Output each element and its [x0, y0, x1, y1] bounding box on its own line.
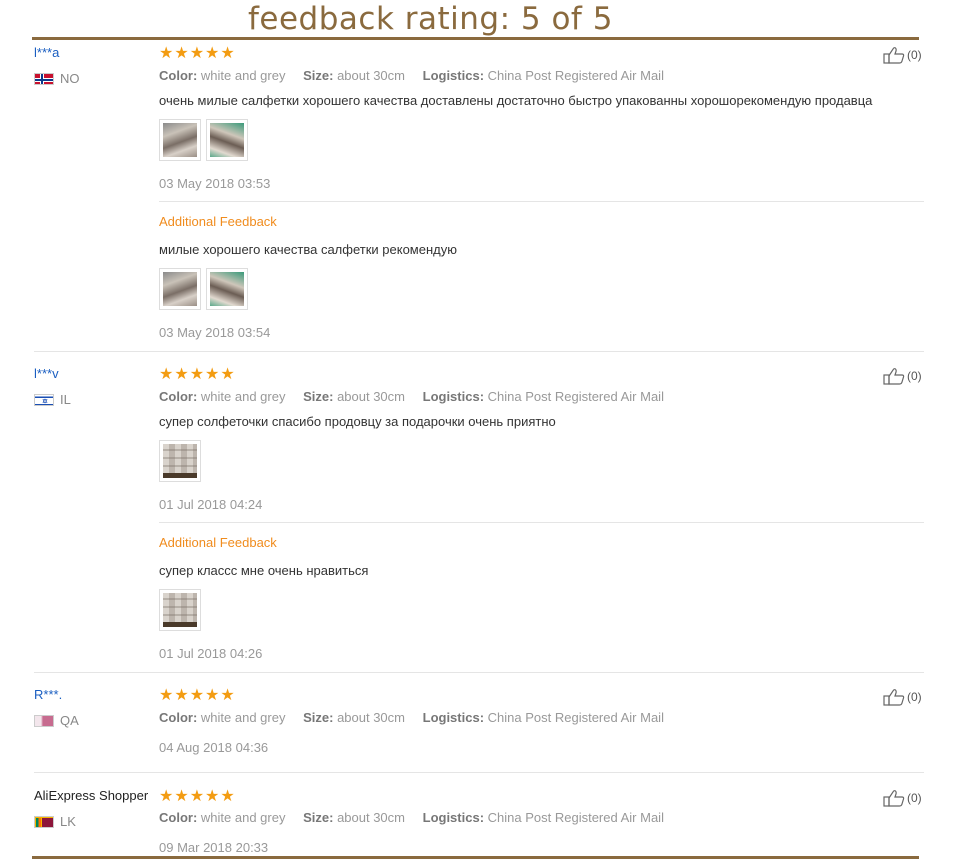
sri-lanka-flag-icon: [34, 815, 54, 828]
star-icon: ★: [189, 786, 205, 805]
order-attributes: Color: white and grey Size: about 30cm L…: [159, 710, 664, 725]
star-icon: ★: [205, 685, 220, 704]
star-icon: ★: [189, 364, 205, 383]
star-icon: ★: [174, 364, 189, 383]
reviewer-country: LK: [34, 814, 76, 829]
size-value: about 30cm: [337, 68, 405, 83]
reviewer-name[interactable]: R***.: [34, 687, 62, 702]
star-icon: ★: [205, 364, 220, 383]
logistics-value: China Post Registered Air Mail: [487, 810, 664, 825]
review-date: 09 Mar 2018 20:33: [159, 840, 269, 855]
star-icon: ★: [174, 786, 189, 805]
star-icon: ★: [220, 786, 235, 805]
review-photo-thumbnail[interactable]: [159, 119, 201, 161]
feedback-rating-title: feedback rating: 5 of 5: [248, 1, 613, 37]
review-text: супер солфеточки спасибо продовцу за под…: [159, 414, 556, 429]
review-photo-thumbnail[interactable]: [159, 589, 201, 631]
country-code: LK: [60, 814, 76, 829]
logistics-value: China Post Registered Air Mail: [487, 68, 664, 83]
feedback-banner: feedback rating: 5 of 5: [0, 0, 960, 42]
star-icon: ★: [220, 364, 235, 383]
additional-feedback-date: 03 May 2018 03:54: [159, 325, 271, 340]
divider: [159, 201, 924, 202]
star-icon: ★: [159, 786, 174, 805]
star-icon: ★: [189, 685, 205, 704]
size-value: about 30cm: [337, 710, 405, 725]
review-date: 03 May 2018 03:53: [159, 176, 271, 191]
thumbs-up-icon: [883, 689, 905, 706]
reviewer-name[interactable]: l***a: [34, 45, 59, 60]
reviewer-country: IL: [34, 392, 71, 407]
helpful-button[interactable]: (0): [883, 46, 922, 64]
star-rating: ★ ★ ★ ★ ★: [159, 45, 235, 61]
star-icon: ★: [205, 43, 220, 62]
helpful-count: (0): [907, 48, 922, 62]
helpful-count: (0): [907, 690, 922, 704]
banner-divider: [32, 37, 919, 40]
thumbs-up-icon: [883, 368, 905, 385]
order-attributes: Color: white and grey Size: about 30cm L…: [159, 389, 664, 404]
size-value: about 30cm: [337, 389, 405, 404]
divider: [159, 522, 924, 523]
norway-flag-icon: [34, 72, 54, 85]
order-attributes: Color: white and grey Size: about 30cm L…: [159, 68, 664, 83]
review-photo-thumbnail[interactable]: [206, 268, 248, 310]
israel-flag-icon: [34, 393, 54, 406]
reviewer-country: QA: [34, 713, 79, 728]
additional-feedback-text: милые хорошего качества салфетки рекомен…: [159, 242, 457, 257]
country-code: QA: [60, 713, 79, 728]
star-icon: ★: [205, 786, 220, 805]
additional-feedback-label: Additional Feedback: [159, 535, 277, 550]
size-value: about 30cm: [337, 810, 405, 825]
bottom-divider: [32, 856, 919, 859]
thumbs-up-icon: [883, 790, 905, 807]
color-value: white and grey: [200, 68, 286, 83]
color-value: white and grey: [200, 810, 286, 825]
order-attributes: Color: white and grey Size: about 30cm L…: [159, 810, 664, 825]
helpful-count: (0): [907, 791, 922, 805]
star-icon: ★: [220, 685, 235, 704]
star-icon: ★: [159, 685, 174, 704]
additional-feedback-text: супер классс мне очень нравиться: [159, 563, 369, 578]
reviewer-name: AliExpress Shopper: [34, 788, 149, 803]
logistics-value: China Post Registered Air Mail: [487, 389, 664, 404]
country-code: IL: [60, 392, 71, 407]
review-divider: [34, 351, 924, 352]
star-rating: ★ ★ ★ ★ ★: [159, 788, 235, 804]
reviewer-country: NO: [34, 71, 80, 86]
star-icon: ★: [174, 685, 189, 704]
country-code: NO: [60, 71, 80, 86]
additional-feedback-label: Additional Feedback: [159, 214, 277, 229]
star-rating: ★ ★ ★ ★ ★: [159, 366, 235, 382]
color-value: white and grey: [200, 389, 286, 404]
additional-feedback-date: 01 Jul 2018 04:26: [159, 646, 263, 661]
review-date: 04 Aug 2018 04:36: [159, 740, 269, 755]
star-icon: ★: [159, 364, 174, 383]
color-value: white and grey: [200, 710, 286, 725]
review-text: очень милые салфетки хорошего качества д…: [159, 93, 873, 108]
star-icon: ★: [189, 43, 205, 62]
review-photo-thumbnail[interactable]: [159, 440, 201, 482]
qatar-flag-icon: [34, 714, 54, 727]
review-photo-thumbnail[interactable]: [206, 119, 248, 161]
helpful-count: (0): [907, 369, 922, 383]
helpful-button[interactable]: (0): [883, 367, 922, 385]
helpful-button[interactable]: (0): [883, 789, 922, 807]
review-photo-thumbnail[interactable]: [159, 268, 201, 310]
star-icon: ★: [220, 43, 235, 62]
star-icon: ★: [174, 43, 189, 62]
review-divider: [34, 672, 924, 673]
review-date: 01 Jul 2018 04:24: [159, 497, 263, 512]
review-divider: [34, 772, 924, 773]
star-rating: ★ ★ ★ ★ ★: [159, 687, 235, 703]
star-icon: ★: [159, 43, 174, 62]
logistics-value: China Post Registered Air Mail: [487, 710, 664, 725]
reviewer-name[interactable]: l***v: [34, 366, 59, 381]
thumbs-up-icon: [883, 47, 905, 64]
helpful-button[interactable]: (0): [883, 688, 922, 706]
